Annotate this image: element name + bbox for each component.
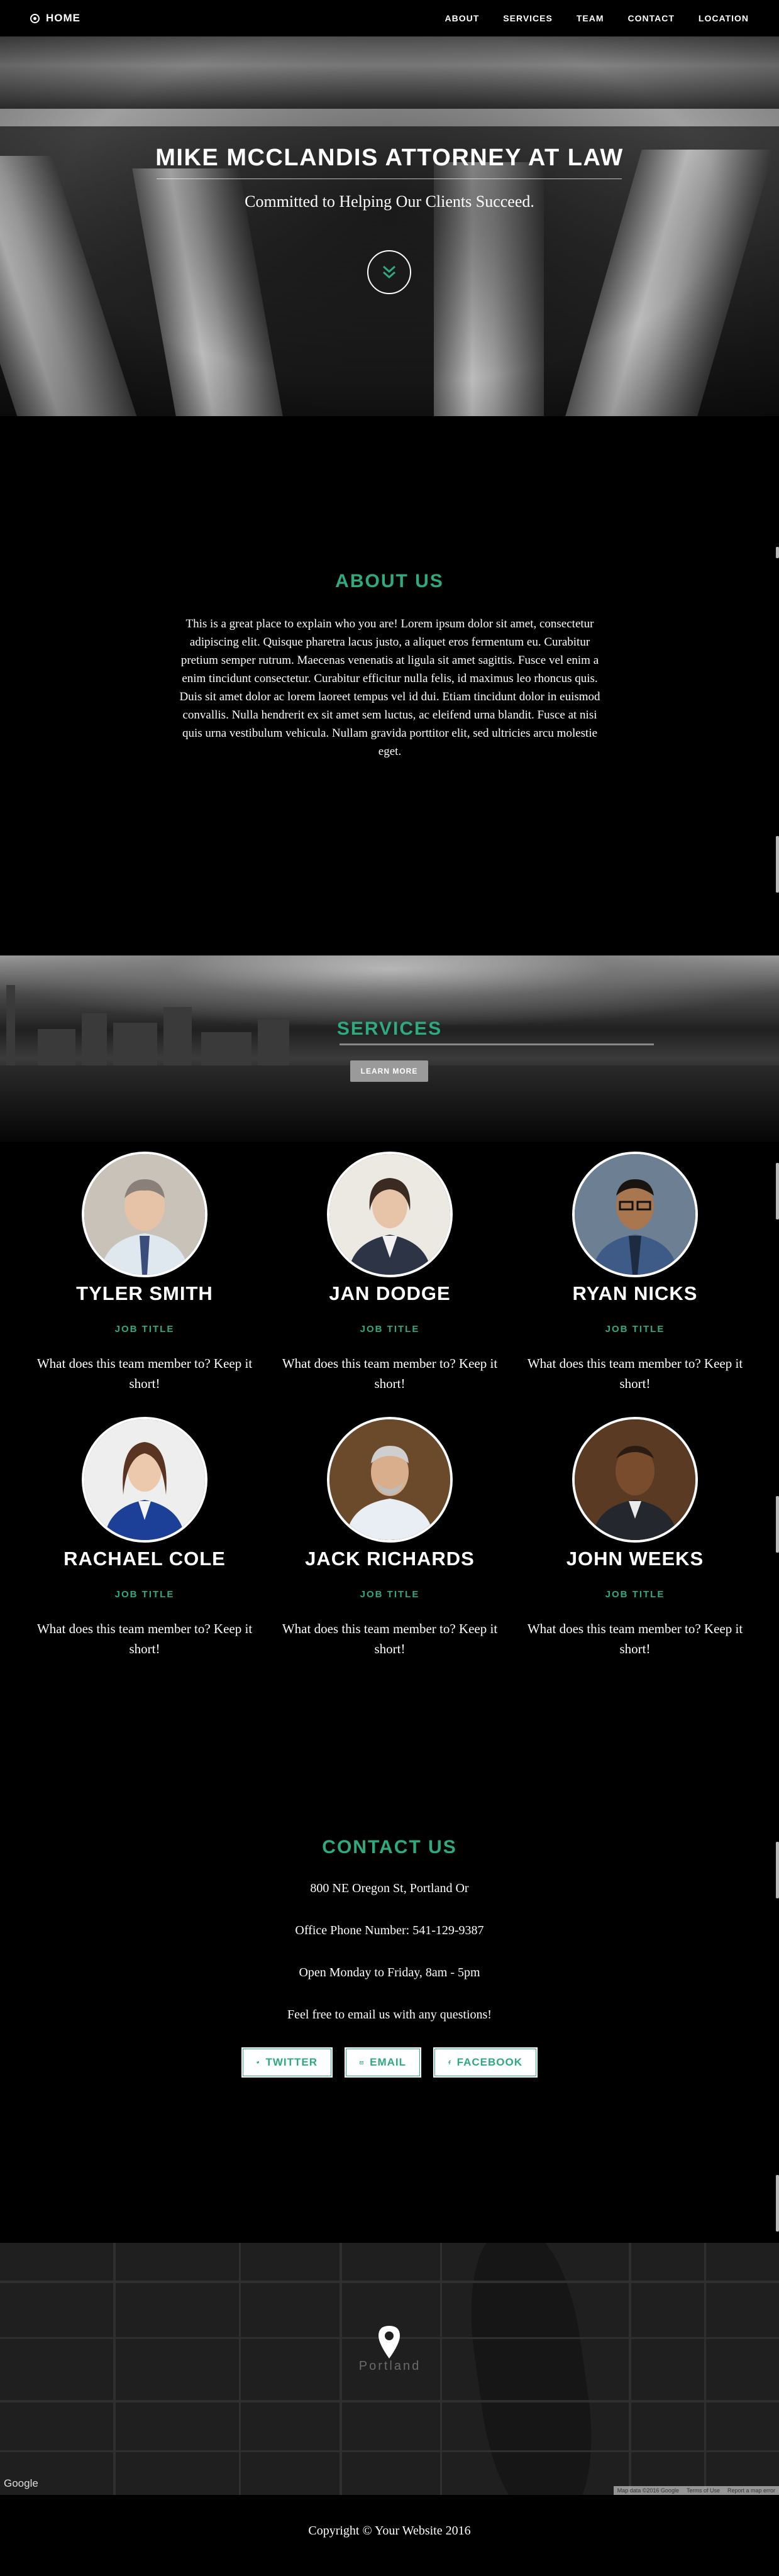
team-member-card: TYLER SMITH JOB TITLE What does this tea… (25, 1152, 264, 1394)
contact-address: 800 NE Oregon St, Portland Or (310, 1881, 469, 1895)
map-road (0, 2450, 779, 2452)
team-member-photo (327, 1417, 453, 1543)
map-city-label: Portland (358, 2359, 421, 2373)
team-member-name: JACK RICHARDS (305, 1548, 475, 1570)
nav-link-about[interactable]: ABOUT (445, 13, 480, 23)
about-title: ABOUT US (335, 571, 444, 592)
team-member-description: What does this team member to? Keep it s… (527, 1621, 743, 1656)
team-member-job-title: JOB TITLE (114, 1589, 175, 1600)
team-member-photo (327, 1152, 453, 1277)
facebook-icon (448, 2060, 451, 2065)
team-member-description: What does this team member to? Keep it s… (282, 1356, 498, 1391)
team-member-card: RACHAEL COLE JOB TITLE What does this te… (25, 1417, 264, 1659)
skyline-bridge (340, 1043, 654, 1062)
scroll-marker (776, 1842, 779, 1898)
contact-phone: Office Phone Number: 541-129-9387 (295, 1924, 484, 1937)
double-chevron-down-icon (383, 265, 395, 279)
map-road (704, 2243, 706, 2495)
team-member-card: RYAN NICKS JOB TITLE What does this team… (516, 1152, 754, 1394)
nav-link-team[interactable]: TEAM (577, 13, 604, 23)
contact-hours: Open Monday to Friday, 8am - 5pm (299, 1966, 480, 1979)
services-title: SERVICES (336, 1018, 443, 1039)
team-member-name: RACHAEL COLE (64, 1548, 226, 1570)
hero-section: MIKE MCCLANDIS ATTORNEY AT LAW Committed… (0, 36, 779, 416)
map-road (0, 2281, 779, 2283)
team-member-photo (82, 1152, 207, 1277)
team-member-description: What does this team member to? Keep it s… (36, 1621, 253, 1656)
team-member-description: What does this team member to? Keep it s… (527, 1356, 743, 1391)
nav-links: ABOUT SERVICES TEAM CONTACT LOCATION (445, 13, 749, 23)
contact-title: CONTACT US (322, 1837, 457, 1858)
person-avatar-icon (84, 1154, 205, 1275)
email-button[interactable]: EMAIL (345, 2047, 421, 2078)
team-member-name: TYLER SMITH (76, 1282, 213, 1304)
team-member-description: What does this team member to? Keep it s… (282, 1621, 498, 1656)
map-road (239, 2243, 241, 2495)
team-member-photo (572, 1417, 698, 1543)
team-member-photo (82, 1417, 207, 1543)
twitter-label: TWITTER (265, 2056, 318, 2068)
location-map[interactable]: Portland Google Map data ©2016 Google Te… (0, 2243, 779, 2495)
social-buttons: TWITTER EMAIL FACEBOOK (0, 2047, 779, 2078)
person-avatar-icon (575, 1154, 695, 1275)
person-avatar-icon (84, 1419, 205, 1540)
map-terms-link[interactable]: Terms of Use (687, 2487, 720, 2494)
map-road (113, 2243, 116, 2495)
facebook-label: FACEBOOK (456, 2056, 522, 2068)
team-member-job-title: JOB TITLE (605, 1589, 665, 1600)
google-logo: Google (4, 2477, 38, 2489)
hero-title: MIKE MCCLANDIS ATTORNEY AT LAW (155, 145, 624, 171)
twitter-icon (257, 2061, 260, 2064)
map-report-link[interactable]: Report a map error (727, 2487, 775, 2494)
team-member-job-title: JOB TITLE (605, 1324, 665, 1335)
map-data-credit: Map data ©2016 Google (617, 2487, 679, 2494)
top-navbar: HOME ABOUT SERVICES TEAM CONTACT LOCATIO… (0, 0, 779, 36)
hero-subtitle: Committed to Helping Our Clients Succeed… (245, 192, 534, 211)
map-road (440, 2243, 442, 2495)
person-avatar-icon (329, 1419, 450, 1540)
footer-copyright: Copyright © Your Website 2016 (308, 2524, 471, 2538)
map-credits: Map data ©2016 Google Terms of Use Repor… (613, 2486, 779, 2495)
team-member-card: JAN DODGE JOB TITLE What does this team … (270, 1152, 509, 1394)
team-member-name: JOHN WEEKS (566, 1548, 704, 1570)
team-member-job-title: JOB TITLE (114, 1324, 175, 1335)
team-member-photo (572, 1152, 698, 1277)
team-member-name: JAN DODGE (329, 1282, 451, 1304)
hero-overlay (0, 36, 779, 416)
scroll-down-button[interactable] (367, 250, 411, 294)
team-member-job-title: JOB TITLE (360, 1324, 420, 1335)
nav-link-services[interactable]: SERVICES (503, 13, 553, 23)
learn-more-button[interactable]: LEARN MORE (350, 1060, 428, 1082)
services-section: SERVICES LEARN MORE (0, 955, 779, 1142)
scroll-marker (776, 547, 779, 558)
home-label: HOME (46, 12, 80, 24)
scroll-marker (776, 1496, 779, 1553)
map-pin-icon[interactable] (377, 2325, 401, 2359)
home-circle-icon (30, 13, 40, 23)
about-text: This is a great place to explain who you… (179, 617, 600, 758)
team-member-card: JOHN WEEKS JOB TITLE What does this team… (516, 1417, 754, 1659)
team-member-name: RYAN NICKS (572, 1282, 698, 1304)
person-avatar-icon (575, 1419, 695, 1540)
scroll-marker (776, 2175, 779, 2232)
envelope-icon (360, 2061, 364, 2064)
nav-link-contact[interactable]: CONTACT (628, 13, 675, 23)
facebook-button[interactable]: FACEBOOK (433, 2047, 538, 2078)
team-member-card: JACK RICHARDS JOB TITLE What does this t… (270, 1417, 509, 1659)
home-link[interactable]: HOME (30, 12, 80, 25)
map-road (0, 2400, 779, 2403)
email-label: EMAIL (370, 2056, 406, 2068)
scroll-marker (776, 1163, 779, 1219)
map-road (629, 2243, 631, 2495)
nav-link-location[interactable]: LOCATION (699, 13, 749, 23)
map-road (340, 2243, 342, 2495)
team-member-job-title: JOB TITLE (360, 1589, 420, 1600)
scroll-marker (776, 836, 779, 893)
twitter-button[interactable]: TWITTER (241, 2047, 333, 2078)
team-member-description: What does this team member to? Keep it s… (36, 1356, 253, 1391)
person-avatar-icon (329, 1154, 450, 1275)
contact-email-note: Feel free to email us with any questions… (287, 2008, 492, 2022)
services-sky (0, 955, 779, 1025)
